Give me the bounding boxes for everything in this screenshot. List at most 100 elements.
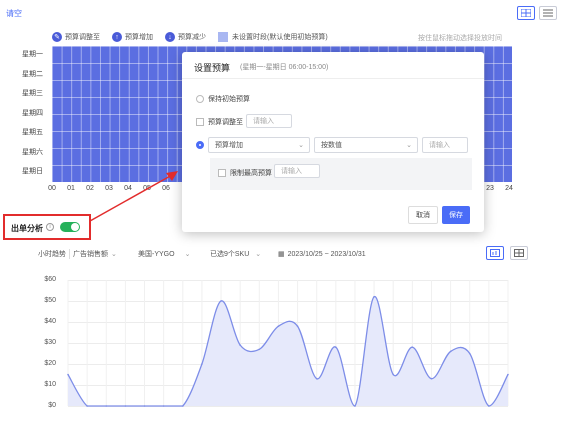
y-tick-label: $0 — [48, 402, 56, 409]
y-tick-label: $40 — [44, 318, 56, 325]
area-fill — [68, 296, 508, 406]
day-label: 星期一 — [22, 51, 43, 58]
day-label: 星期四 — [22, 109, 43, 117]
hour-label: 24 — [505, 185, 513, 192]
filter-metric[interactable]: 小时趋势 广告销售额 ⌄ — [38, 248, 117, 260]
filter-site[interactable]: 美国-YYGO ⌄ — [138, 248, 190, 260]
chart-view-button[interactable] — [486, 246, 504, 260]
data-point — [354, 405, 356, 407]
modal-subtitle: (星期一-星期日 06:00-15:00) — [240, 64, 329, 71]
mode-select[interactable]: 按数值 ⌄ — [314, 137, 418, 153]
modal-title: 设置预算 — [194, 63, 231, 73]
option-limit[interactable]: 限制最高预算 — [218, 168, 272, 178]
save-button[interactable]: 保存 — [442, 206, 470, 224]
table-icon — [514, 249, 524, 257]
calendar-icon: ▦ — [278, 251, 285, 258]
data-point — [220, 300, 222, 302]
data-point — [507, 373, 509, 376]
data-point — [201, 363, 203, 365]
option-label: 预算调整至 — [208, 119, 243, 126]
divider — [69, 249, 70, 259]
data-point — [296, 325, 299, 327]
data-point — [392, 373, 395, 376]
data-point — [335, 346, 337, 348]
grid-icon — [521, 9, 531, 17]
limit-input[interactable]: 请输入 — [274, 164, 320, 178]
square-icon — [218, 32, 228, 42]
chevron-down-icon: ⌄ — [406, 142, 412, 149]
y-tick-label: $50 — [44, 297, 56, 304]
day-label: 星期日 — [22, 168, 43, 175]
info-icon: i — [46, 223, 54, 231]
hour-label: 01 — [67, 185, 75, 192]
pointer-arrow-icon — [89, 171, 178, 222]
drag-hint: 按住鼠标拖动选择投放时间 — [418, 35, 502, 42]
data-point — [449, 350, 452, 353]
edit-icon: ✎ — [52, 32, 62, 42]
chart-icon — [490, 249, 500, 257]
cancel-button[interactable]: 取消 — [408, 206, 438, 224]
filter-value: 2023/10/25 ~ 2023/10/31 — [287, 250, 366, 258]
data-point — [315, 377, 318, 380]
checkbox-icon[interactable] — [196, 118, 204, 126]
data-point — [430, 377, 433, 380]
legend-unset: 未设置时段(默认使用初始预算) — [218, 32, 328, 42]
chevron-down-icon: ⌄ — [184, 251, 191, 258]
data-point — [162, 405, 165, 407]
table-view-button[interactable] — [510, 246, 528, 260]
hour-label: 00 — [48, 185, 56, 192]
budget-select[interactable]: 预算增加 ⌄ — [208, 137, 310, 153]
filter-date[interactable]: ▦ 2023/10/25 ~ 2023/10/31 — [278, 248, 366, 260]
day-label: 星期二 — [22, 70, 43, 78]
data-point — [488, 405, 490, 407]
option-keep[interactable]: 保持初始预算 — [196, 94, 250, 104]
grid-view-button[interactable] — [517, 6, 535, 20]
filter-sku[interactable]: 已选9个SKU ⌄ — [210, 248, 261, 260]
adjust-input[interactable]: 请输入 — [246, 114, 292, 128]
arrow-down-icon: ↓ — [165, 32, 175, 42]
filter-value: 已选9个SKU — [210, 251, 250, 258]
option-label: 保持初始预算 — [208, 96, 250, 103]
list-view-button[interactable] — [539, 6, 557, 20]
data-point — [258, 348, 261, 351]
legend: ✎ 预算调整至 ↑ 预算增加 ↓ 预算减少 未设置时段(默认使用初始预算) — [52, 31, 340, 43]
chevron-down-icon: ⌄ — [111, 251, 117, 258]
data-point — [181, 405, 184, 407]
select-value: 按数值 — [321, 142, 342, 149]
day-label: 星期三 — [22, 90, 43, 97]
value-input[interactable]: 请输入 — [422, 137, 468, 153]
data-point — [143, 405, 146, 407]
y-tick-label: $20 — [44, 360, 56, 367]
select-value: 预算增加 — [215, 142, 243, 149]
data-point — [411, 346, 414, 348]
day-label: 星期五 — [22, 129, 43, 136]
data-point — [67, 373, 69, 376]
list-icon — [543, 9, 553, 17]
data-point — [239, 344, 241, 346]
budget-modal: 设置预算 (星期一-星期日 06:00-15:00) 保持初始预算 预算调整至 … — [182, 52, 484, 232]
radio-selected-icon[interactable] — [196, 141, 204, 149]
clear-link[interactable]: 请空 — [6, 8, 22, 19]
divider — [182, 78, 484, 79]
data-point — [124, 405, 127, 407]
data-point — [277, 325, 280, 327]
radio-icon[interactable] — [196, 95, 204, 103]
option-adjust[interactable]: 预算调整至 — [196, 117, 243, 127]
filter-value: 美国-YYGO — [138, 251, 175, 258]
legend-increase: ↑ 预算增加 — [112, 32, 153, 42]
chevron-down-icon: ⌄ — [255, 251, 262, 258]
toggle-knob[interactable] — [71, 223, 79, 231]
checkbox-icon[interactable] — [218, 169, 226, 177]
sales-area-chart — [67, 280, 509, 407]
legend-adjust: ✎ 预算调整至 — [52, 32, 100, 42]
chevron-down-icon: ⌄ — [298, 142, 304, 149]
switch-label: 出单分析 — [11, 224, 43, 233]
legend-label: 预算增加 — [125, 34, 153, 41]
data-point — [105, 405, 108, 407]
y-tick-label: $30 — [44, 339, 56, 346]
arrow-up-icon: ↑ — [112, 32, 122, 42]
legend-label: 预算减少 — [178, 34, 206, 41]
filter-label: 小时趋势 — [38, 251, 66, 258]
legend-label: 预算调整至 — [65, 34, 100, 41]
hour-label: 23 — [486, 185, 494, 192]
